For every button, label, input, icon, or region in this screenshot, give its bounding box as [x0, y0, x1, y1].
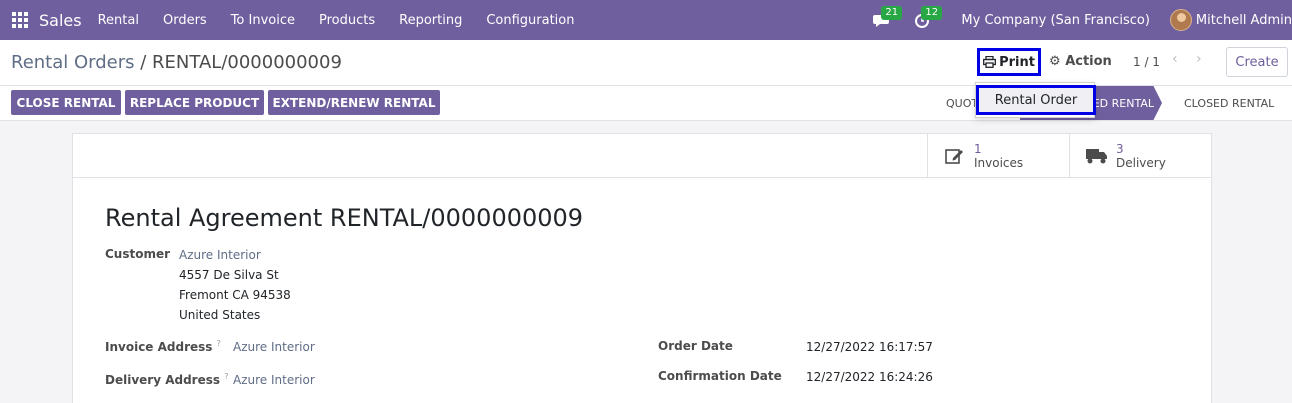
user-avatar[interactable] — [1169, 9, 1192, 31]
address-line-3: United States — [179, 308, 261, 322]
messages-button[interactable]: 21 — [867, 0, 903, 40]
record-title: Rental Agreement RENTAL/0000000009 — [105, 204, 584, 232]
breadcrumb: Rental Orders / RENTAL/0000000009 — [11, 52, 342, 73]
delivery-smart-button[interactable]: 3 Delivery — [1069, 134, 1211, 178]
print-label: Print — [999, 54, 1035, 70]
messages-count-badge: 21 — [881, 6, 903, 20]
pager-next-icon[interactable]: › — [1196, 51, 1202, 67]
pager-previous-icon[interactable]: ‹ — [1172, 51, 1178, 67]
edit-icon — [944, 146, 966, 166]
customer-label: Customer — [105, 247, 171, 261]
control-panel: Rental Orders / RENTAL/0000000009 Print … — [0, 40, 1292, 86]
gear-icon: ⚙ — [1049, 54, 1061, 69]
extend-renew-rental-button[interactable]: EXTEND/RENEW RENTAL — [268, 90, 440, 115]
customer-link[interactable]: Azure Interior — [179, 248, 261, 262]
print-button[interactable]: Print — [977, 48, 1041, 76]
replace-product-button[interactable]: REPLACE PRODUCT — [125, 90, 264, 115]
invoices-smart-button[interactable]: 1 Invoices — [927, 134, 1069, 178]
delivery-count: 3 — [1116, 142, 1124, 156]
menu-products[interactable]: Products — [319, 13, 375, 28]
smart-button-box: 1 Invoices 3 Delivery — [73, 134, 1211, 178]
menu-rental[interactable]: Rental — [98, 13, 139, 28]
create-button[interactable]: Create — [1226, 47, 1288, 77]
delivery-label: Delivery — [1116, 156, 1166, 170]
menu-to-invoice[interactable]: To Invoice — [231, 13, 295, 28]
order-date-value[interactable]: 12/27/2022 16:17:57 — [806, 340, 933, 354]
invoices-count: 1 — [974, 142, 982, 156]
stage-quotation[interactable]: QUOT — [946, 86, 978, 120]
app-name[interactable]: Sales — [39, 11, 82, 30]
activities-button[interactable]: 12 — [907, 0, 943, 40]
order-date-label: Order Date — [658, 339, 733, 353]
pager-value[interactable]: 1 / 1 — [1133, 55, 1160, 69]
truck-icon — [1086, 146, 1108, 166]
delivery-address-link[interactable]: Azure Interior — [233, 373, 315, 387]
confirmation-date-value[interactable]: 12/27/2022 16:24:26 — [806, 370, 933, 384]
invoices-label: Invoices — [974, 156, 1024, 170]
delivery-address-label: Delivery Address ? — [105, 372, 229, 387]
dropdown-item-rental-order[interactable]: Rental Order — [976, 85, 1096, 115]
invoice-address-link[interactable]: Azure Interior — [233, 340, 315, 354]
status-bar: CLOSE RENTAL REPLACE PRODUCT EXTEND/RENE… — [0, 86, 1292, 121]
help-tooltip-icon[interactable]: ? — [224, 372, 228, 381]
printer-icon — [983, 56, 997, 68]
user-menu[interactable]: Mitchell Admin — [1196, 13, 1292, 28]
top-navbar: Sales Rental Orders To Invoice Products … — [0, 0, 1292, 40]
help-tooltip-icon[interactable]: ? — [217, 339, 221, 348]
address-line-1: 4557 De Silva St — [179, 268, 279, 282]
invoice-address-label: Invoice Address ? — [105, 339, 221, 354]
stage-closed-rental[interactable]: CLOSED RENTAL — [1184, 86, 1274, 120]
apps-menu-icon[interactable] — [1, 0, 39, 40]
activities-count-badge: 12 — [921, 6, 943, 20]
print-dropdown-menu: Rental Order — [975, 82, 1096, 118]
menu-orders[interactable]: Orders — [163, 13, 207, 28]
company-switcher[interactable]: My Company (San Francisco) — [961, 13, 1149, 28]
breadcrumb-current: RENTAL/0000000009 — [152, 52, 342, 73]
close-rental-button[interactable]: CLOSE RENTAL — [11, 90, 121, 115]
form-sheet: 1 Invoices 3 Delivery Rental Agreement R… — [72, 133, 1212, 403]
action-button[interactable]: ⚙ Action — [1049, 54, 1112, 69]
breadcrumb-rental-orders[interactable]: Rental Orders — [11, 52, 135, 73]
confirmation-date-label: Confirmation Date — [658, 369, 782, 383]
menu-configuration[interactable]: Configuration — [486, 13, 574, 28]
menu-reporting[interactable]: Reporting — [399, 13, 462, 28]
action-label: Action — [1065, 54, 1112, 69]
address-line-2: Fremont CA 94538 — [179, 288, 291, 302]
breadcrumb-separator: / — [134, 52, 153, 73]
